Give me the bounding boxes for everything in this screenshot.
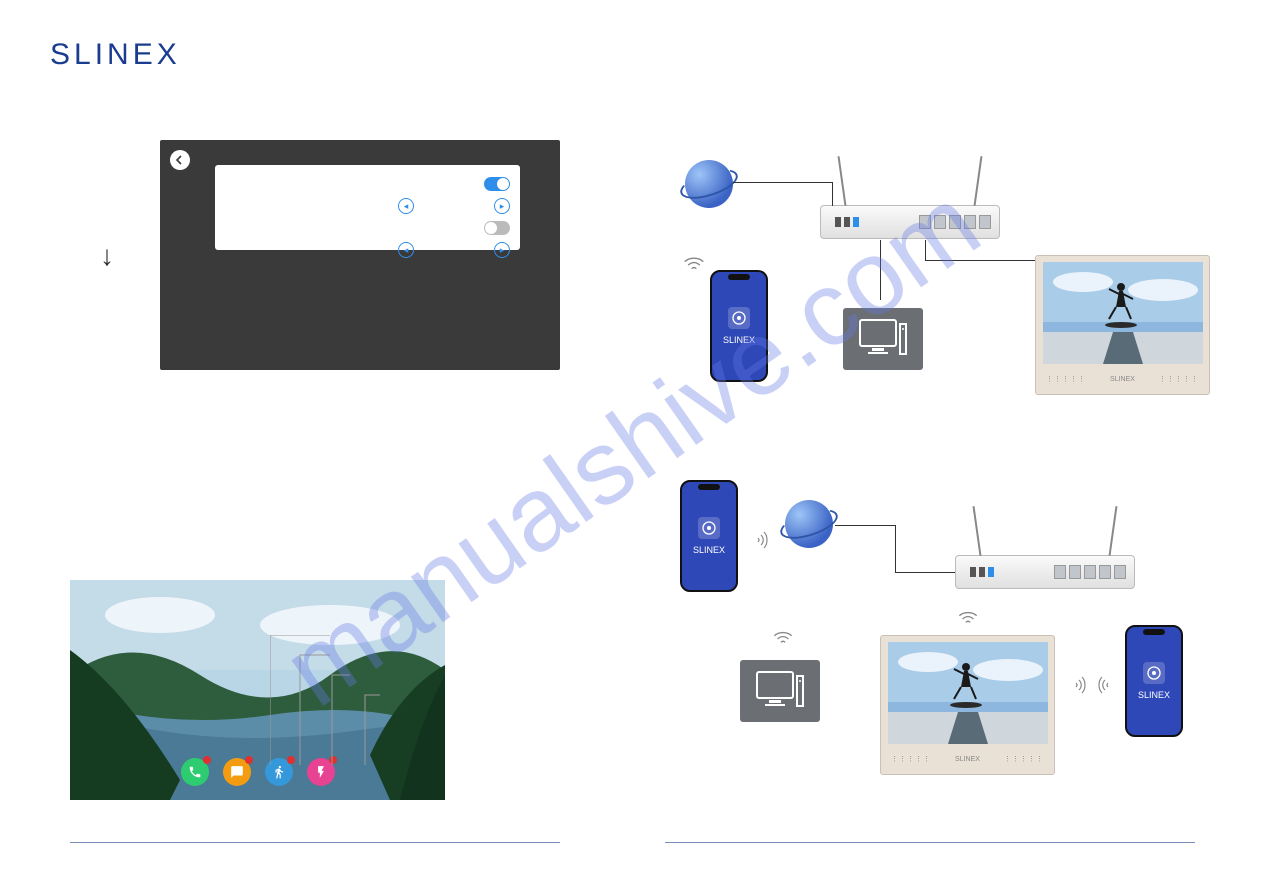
wifi-icon [955, 605, 981, 637]
computer-icon [740, 660, 820, 722]
phone-app-label: SLINEX [723, 335, 755, 345]
brand-logo: SLINEX [50, 38, 181, 72]
app-icon [1143, 662, 1165, 684]
app-icon [728, 307, 750, 329]
phone-icon: SLINEX [710, 270, 768, 382]
footer-divider [665, 842, 1195, 843]
message-icon [223, 758, 251, 786]
globe-icon [785, 500, 833, 548]
back-icon [170, 150, 190, 170]
phone-app-label: SLINEX [693, 545, 725, 555]
speaker-dots-icon: ⋮⋮⋮⋮⋮ [1046, 375, 1086, 383]
phone-icon: SLINEX [680, 480, 738, 592]
person-icon [265, 758, 293, 786]
notification-dot-icon [329, 756, 337, 764]
arrow-left-icon: ◂ [398, 242, 414, 258]
speaker-dots-icon: ⋮⋮⋮⋮⋮ [1004, 755, 1044, 763]
wifi-icon [1092, 673, 1122, 697]
globe-icon [685, 160, 733, 208]
toggle-off-icon [484, 221, 510, 235]
notification-dot-icon [203, 756, 211, 764]
settings-row-2: ◂ ▸ [225, 195, 510, 217]
settings-screenshot: ◂ ▸ ◂ ▸ [160, 140, 560, 370]
app-icon [698, 517, 720, 539]
right-column: SLINEX [665, 150, 1225, 830]
notification-dot-icon [287, 756, 295, 764]
speaker-dots-icon: ⋮⋮⋮⋮⋮ [1159, 375, 1199, 383]
network-diagram-wired: SLINEX [665, 150, 1225, 430]
computer-icon [843, 308, 923, 370]
arrow-right-icon: ▸ [494, 198, 510, 214]
arrow-left-icon: ◂ [398, 198, 414, 214]
wifi-icon [680, 250, 708, 284]
home-icon-row [181, 758, 335, 786]
monitor-brand-label: SLINEX [955, 756, 980, 763]
bolt-icon [307, 758, 335, 786]
phone-app-label: SLINEX [1138, 690, 1170, 700]
settings-row-1 [225, 173, 510, 195]
intercom-monitor-icon: ⋮⋮⋮⋮⋮ SLINEX ⋮⋮⋮⋮⋮ [1035, 255, 1210, 395]
footer-divider [70, 842, 560, 843]
toggle-on-icon [484, 177, 510, 191]
wifi-icon [770, 625, 796, 657]
arrow-down-icon: ↓ [100, 240, 114, 272]
phone-icon: SLINEX [1125, 625, 1183, 737]
speaker-dots-icon: ⋮⋮⋮⋮⋮ [891, 755, 931, 763]
notification-dot-icon [245, 756, 253, 764]
settings-list: ◂ ▸ ◂ ▸ [215, 165, 520, 250]
wifi-icon [744, 528, 774, 552]
settings-row-4: ◂ ▸ [225, 239, 510, 261]
router-icon [820, 205, 1000, 239]
network-diagram-wireless: SLINEX [665, 490, 1225, 770]
call-icon [181, 758, 209, 786]
wifi-icon [1062, 673, 1092, 697]
settings-row-3 [225, 217, 510, 239]
arrow-right-icon: ▸ [494, 242, 510, 258]
router-icon [955, 555, 1135, 589]
home-screenshot [70, 580, 445, 800]
intercom-monitor-icon: ⋮⋮⋮⋮⋮ SLINEX ⋮⋮⋮⋮⋮ [880, 635, 1055, 775]
monitor-brand-label: SLINEX [1110, 376, 1135, 383]
